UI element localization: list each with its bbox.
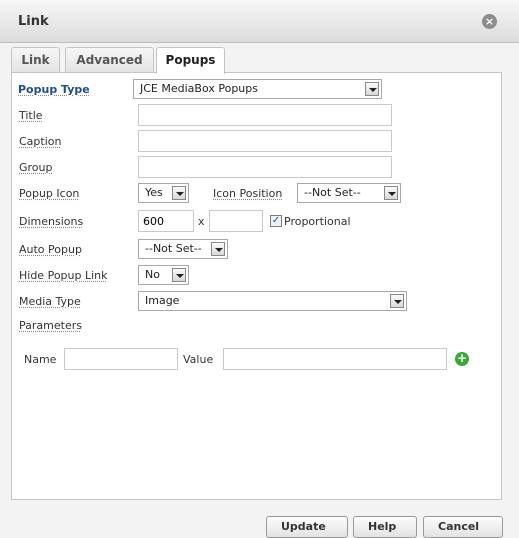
- param-name-input[interactable]: [64, 348, 178, 370]
- dialog-titlebar: Link ×: [0, 0, 519, 43]
- chevron-down-icon: [384, 186, 398, 200]
- tab-link[interactable]: Link: [11, 47, 60, 72]
- caption-input[interactable]: [138, 130, 392, 152]
- update-button[interactable]: Update: [266, 516, 348, 538]
- tab-popups[interactable]: Popups: [156, 47, 225, 74]
- media-type-value: Image: [145, 294, 180, 307]
- icon-position-select[interactable]: --Not Set--: [297, 183, 401, 203]
- icon-position-value: --Not Set--: [304, 186, 361, 199]
- param-value-input[interactable]: [223, 348, 447, 370]
- title-input[interactable]: [138, 104, 392, 126]
- dialog-title: Link: [18, 14, 49, 29]
- proportional-label: Proportional: [284, 215, 351, 228]
- icon-position-label: Icon Position: [213, 187, 283, 200]
- parameters-label: Parameters: [19, 319, 82, 332]
- auto-popup-select[interactable]: --Not Set--: [138, 239, 228, 259]
- help-button[interactable]: Help: [353, 516, 417, 538]
- hide-popup-link-value: No: [145, 268, 160, 281]
- group-input[interactable]: [138, 156, 392, 178]
- param-name-label: Name: [24, 353, 57, 366]
- popup-icon-select[interactable]: Yes: [138, 183, 189, 203]
- dimensions-label: Dimensions: [19, 215, 84, 228]
- dimension-separator: x: [198, 215, 205, 228]
- tab-advanced[interactable]: Advanced: [65, 47, 154, 72]
- hide-popup-link-select[interactable]: No: [138, 265, 189, 285]
- popup-icon-value: Yes: [145, 186, 163, 199]
- proportional-checkbox[interactable]: ✓: [270, 215, 282, 227]
- auto-popup-value: --Not Set--: [145, 242, 202, 255]
- caption-label: Caption: [19, 135, 62, 148]
- hide-popup-link-label: Hide Popup Link: [19, 269, 108, 282]
- popup-type-label: Popup Type: [18, 83, 90, 96]
- title-label: Title: [19, 109, 43, 122]
- chevron-down-icon: [172, 268, 186, 282]
- auto-popup-label: Auto Popup: [19, 243, 82, 256]
- chevron-down-icon: [211, 242, 225, 256]
- add-parameter-icon[interactable]: +: [455, 352, 469, 366]
- chevron-down-icon: [365, 82, 379, 96]
- media-type-select[interactable]: Image: [138, 291, 407, 311]
- close-icon[interactable]: ×: [482, 14, 497, 29]
- chevron-down-icon: [172, 186, 186, 200]
- chevron-down-icon: [390, 294, 404, 308]
- popup-type-select[interactable]: JCE MediaBox Popups: [133, 79, 382, 99]
- dimension-width-input[interactable]: [138, 210, 194, 232]
- popup-icon-label: Popup Icon: [19, 187, 80, 200]
- media-type-label: Media Type: [19, 295, 81, 308]
- group-label: Group: [19, 161, 53, 174]
- dimension-height-input[interactable]: [209, 210, 263, 232]
- cancel-button[interactable]: Cancel: [423, 516, 503, 538]
- popup-type-value: JCE MediaBox Popups: [140, 82, 258, 95]
- param-value-label: Value: [183, 353, 214, 366]
